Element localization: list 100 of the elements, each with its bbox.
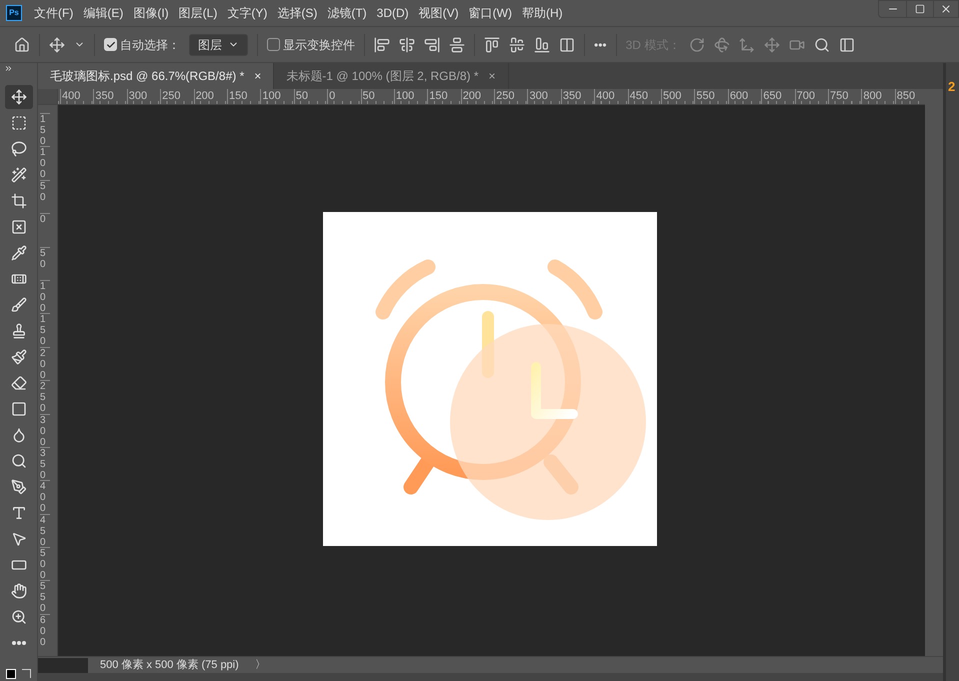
crop-icon — [10, 193, 26, 209]
menu-item[interactable]: 文件(F) — [34, 4, 74, 22]
ruler-label: 250 — [40, 380, 50, 414]
menu-item[interactable]: 3D(D) — [376, 4, 409, 22]
ruler-label: 550 — [40, 580, 50, 614]
align-center-icon[interactable] — [399, 36, 415, 52]
checkbox[interactable] — [267, 38, 280, 51]
type-icon — [10, 505, 26, 521]
ruler-label: 450 — [628, 89, 662, 104]
ruler-label: 600 — [40, 614, 50, 648]
eraser-icon — [10, 375, 26, 391]
ruler-label: 300 — [40, 414, 50, 447]
zoom-icon — [10, 609, 26, 625]
move-icon — [10, 89, 26, 105]
ruler-label: 50 — [40, 246, 50, 280]
check-icon — [106, 40, 116, 50]
ruler-label: 400 — [40, 480, 50, 514]
more-options[interactable]: ••• — [594, 36, 607, 54]
ruler-label: 200 — [194, 89, 227, 104]
ruler-label: 50 — [294, 89, 328, 104]
document-tab[interactable]: 毛玻璃图标.psd @ 66.7%(RGB/8#) * × — [38, 63, 274, 89]
ruler-label: 250 — [494, 89, 528, 104]
ruler-label: 700 — [794, 89, 828, 104]
tab-close[interactable]: × — [254, 67, 262, 85]
tool-button[interactable] — [4, 85, 32, 109]
ruler-label: 450 — [40, 514, 50, 548]
swap-icon[interactable] — [22, 669, 31, 678]
menu-item[interactable]: 滤镜(T) — [327, 4, 367, 22]
menu-item[interactable]: 图像(I) — [133, 4, 169, 22]
menu-item[interactable]: 选择(S) — [277, 4, 318, 22]
align-right-icon[interactable] — [424, 36, 440, 52]
move-icon[interactable] — [49, 36, 65, 52]
ruler-label: 150 — [427, 89, 461, 104]
ruler-label: 350 — [560, 89, 594, 104]
menu-item[interactable]: 帮助(H) — [522, 4, 563, 22]
horizontal-scrollbar[interactable] — [38, 673, 943, 681]
more-icon — [12, 641, 26, 645]
ruler-label: 50 — [360, 89, 394, 104]
magic-wand-icon — [10, 167, 26, 183]
distribute-icon[interactable] — [559, 36, 575, 52]
frame-icon — [10, 219, 26, 235]
ruler-label: 350 — [40, 446, 50, 480]
ruler-label: 100 — [40, 280, 50, 314]
brush-icon — [10, 297, 26, 313]
ruler-label: 600 — [728, 89, 762, 104]
zoom-field[interactable] — [38, 658, 88, 672]
marquee-icon — [10, 115, 26, 131]
tab-close[interactable]: × — [488, 67, 496, 85]
ruler-label: 850 — [894, 89, 925, 104]
ruler-label: 100 — [40, 146, 50, 180]
ruler-label: 300 — [126, 89, 160, 104]
align-bottom-icon[interactable] — [534, 36, 550, 52]
panel-label: 2 — [948, 79, 956, 94]
distribute-icon[interactable] — [449, 36, 465, 52]
align-left-icon[interactable] — [374, 36, 390, 52]
auto-select-label: 自动选择： — [120, 36, 180, 54]
menu-item[interactable]: 窗口(W) — [468, 4, 512, 22]
ruler-label: 400 — [60, 89, 94, 104]
ruler-label: 150 — [226, 89, 260, 104]
ruler-label: 400 — [594, 89, 628, 104]
align-top-icon[interactable] — [484, 36, 500, 52]
tab-title: 未标题-1 @ 100% (图层 2, RGB/8) * — [286, 68, 478, 85]
workspace-icon[interactable] — [839, 36, 856, 52]
ruler-label: 200 — [40, 346, 50, 380]
maximize-icon — [915, 4, 925, 14]
ruler-label: 800 — [861, 89, 895, 104]
pen-icon — [10, 479, 26, 495]
menu-item[interactable]: 视图(V) — [418, 4, 459, 22]
ruler-label: 150 — [40, 113, 50, 146]
checkbox[interactable] — [104, 38, 117, 51]
ruler-label: 100 — [260, 89, 294, 104]
ruler-label: 500 — [661, 89, 694, 104]
color-swatches-icon[interactable] — [6, 669, 16, 679]
ruler-label: 300 — [527, 89, 561, 104]
ruler-label: 200 — [460, 89, 494, 104]
expand-icon[interactable] — [4, 64, 13, 72]
home-icon[interactable] — [14, 36, 30, 52]
ruler-label: 0 — [327, 89, 361, 104]
ruler-label: 750 — [828, 89, 862, 104]
align-middle-icon[interactable] — [509, 36, 525, 52]
menu-item[interactable]: 文字(Y) — [227, 4, 268, 22]
ruler-label: 0 — [40, 213, 50, 247]
eyedropper-icon — [10, 245, 26, 261]
ruler-label: 550 — [694, 89, 728, 104]
pointer-icon — [10, 531, 26, 547]
document-info: 500 像素 x 500 像素 (75 ppi) — [100, 658, 239, 673]
target-dropdown[interactable]: 图层 — [189, 34, 248, 56]
show-transform-label: 显示变换控件 — [283, 36, 355, 54]
tab-title: 毛玻璃图标.psd @ 66.7%(RGB/8#) * — [50, 68, 244, 85]
menu-item[interactable]: 编辑(E) — [83, 4, 124, 22]
app-logo[interactable]: Ps — [6, 5, 22, 21]
ruler-label: 50 — [40, 180, 50, 214]
lasso-icon — [10, 141, 26, 157]
status-arrow[interactable]: 〉 — [254, 656, 266, 674]
ruler-label: 250 — [160, 89, 194, 104]
search-icon[interactable] — [814, 36, 830, 52]
ruler-label: 650 — [761, 89, 795, 104]
droplet-icon — [10, 427, 26, 443]
menu-item[interactable]: 图层(L) — [178, 4, 218, 22]
close-icon — [940, 3, 952, 15]
